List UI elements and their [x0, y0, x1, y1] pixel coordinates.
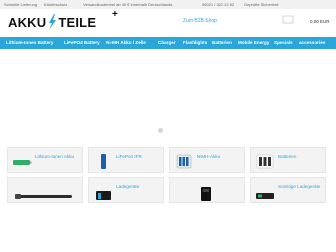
hero-slider[interactable]: [0, 49, 336, 135]
category-card-other-chargers[interactable]: Sonstige Ladegeräte: [250, 177, 326, 203]
nav-item-specials[interactable]: Specials: [274, 40, 293, 45]
charger-icon: [92, 181, 114, 201]
power-bank-icon: [173, 181, 241, 201]
nav-item-lithium-ion[interactable]: Lithium-Ionen Battery: [6, 40, 53, 45]
main-nav: Lithium-Ionen Battery LiFePO4 Battery Ni…: [0, 37, 336, 49]
category-card-lifepo4[interactable]: LiFePo4 IFR: [88, 147, 164, 173]
flashlight-icon: [11, 181, 79, 201]
nav-item-accessories[interactable]: accessories: [299, 40, 325, 45]
category-card-chargers[interactable]: Ladegeräte: [88, 177, 164, 203]
lifepo4-cell-icon: [92, 151, 114, 171]
info-phone[interactable]: 06021 / 321 22 62: [202, 2, 234, 7]
top-info-bar: Schnelle Lieferung Käuferschutz Versandk…: [0, 0, 336, 9]
category-card-power-bank[interactable]: [169, 177, 245, 203]
category-label: NiMH-Akku: [197, 154, 221, 159]
battery-box-icon: [254, 151, 276, 171]
category-card-lithium-ion[interactable]: Lithium-Ionen Akku: [7, 147, 83, 173]
car-charger-icon: [254, 181, 276, 201]
category-card-flashlights[interactable]: [7, 177, 83, 203]
category-label: Sonstige Ladegeräte: [278, 184, 321, 189]
nav-item-batteries[interactable]: Batterien: [212, 40, 232, 45]
info-fast-delivery: Schnelle Lieferung: [4, 2, 38, 7]
slider-dot[interactable]: [158, 128, 163, 133]
logo-plus: +: [112, 9, 119, 20]
li-ion-cell-icon: [11, 151, 33, 171]
search-area[interactable]: [8, 27, 244, 37]
nimh-battery-pack-icon: [173, 151, 195, 171]
cart-icon[interactable]: [275, 15, 297, 29]
category-label: Batterien: [278, 154, 297, 159]
info-buyer-protection: Käuferschutz: [44, 2, 68, 7]
category-card-nimh[interactable]: NiMH-Akku: [169, 147, 245, 173]
nav-item-nimh[interactable]: Ni-MH Akku / Zelle: [106, 40, 146, 45]
info-verified-security: Geprüfte Sicherheit: [244, 2, 279, 7]
nav-item-charger[interactable]: Charger: [158, 40, 176, 45]
nav-item-lifepo4[interactable]: LiFePO4 Battery: [64, 40, 100, 45]
category-label: Lithium-Ionen Akku: [35, 154, 75, 159]
cart-total[interactable]: 0,00 EUR: [310, 19, 330, 24]
info-free-shipping: Versandkostenfrei ab 40 € innerhalb Deut…: [83, 2, 173, 7]
b2b-shop-link[interactable]: Zum B2B Shop: [183, 18, 217, 24]
category-label: Ladegeräte: [116, 184, 140, 189]
nav-item-flashlights[interactable]: Flashlights: [183, 40, 207, 45]
category-label: LiFePo4 IFR: [116, 154, 142, 159]
category-card-batteries[interactable]: Batterien: [250, 147, 326, 173]
nav-item-mobile-energy[interactable]: Mobile Energy: [238, 40, 269, 45]
